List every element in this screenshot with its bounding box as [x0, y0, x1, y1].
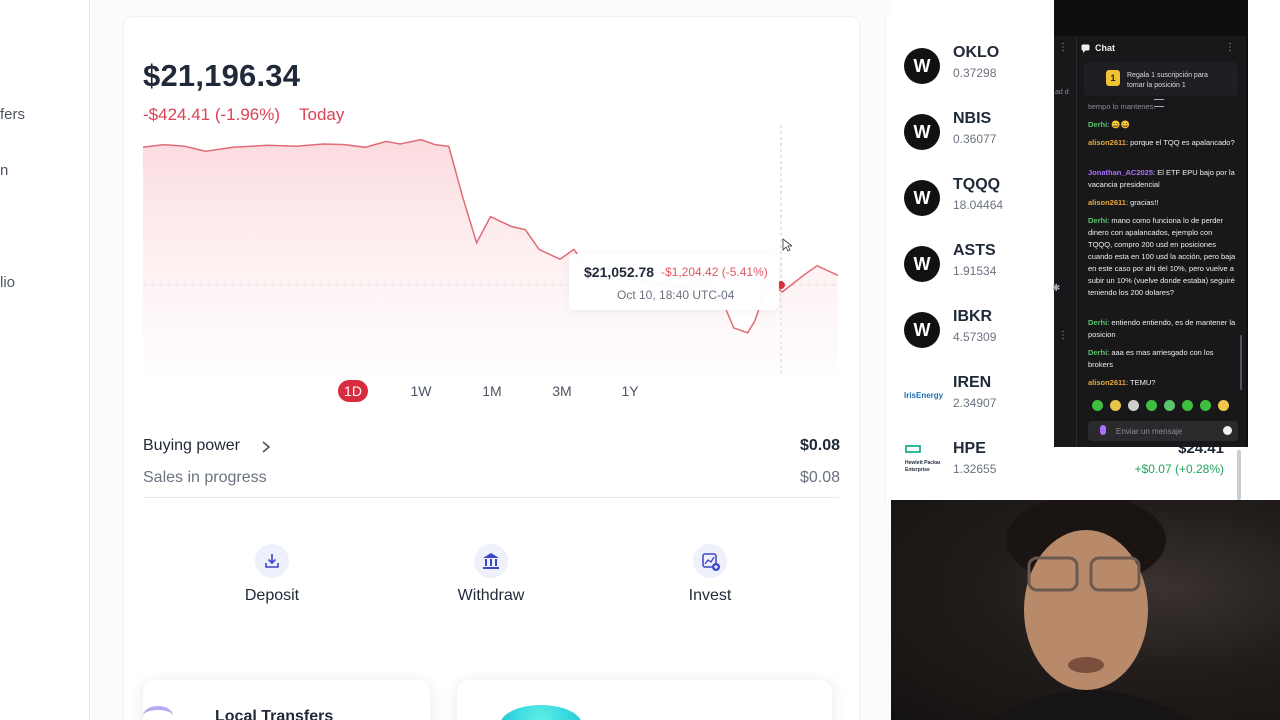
chat-message: Derhi: entiendo entiendo, es de mantener…: [1088, 318, 1236, 339]
range-1d[interactable]: 1D: [338, 380, 368, 402]
invest-label: Invest: [688, 587, 732, 604]
svg-text:Hewlett Packard: Hewlett Packard: [905, 460, 940, 466]
emote-bar: [1088, 400, 1236, 414]
watchlist-symbol: TQQQ: [953, 176, 1001, 193]
local-transfers-icon: [143, 706, 173, 720]
emote-icon[interactable]: [1218, 400, 1229, 411]
chat-menu-icon[interactable]: ⋮: [1225, 42, 1235, 53]
emote-icon[interactable]: [1128, 400, 1139, 411]
watchlist-change: +$0.07 (+0.28%): [1134, 462, 1224, 476]
mouse-cursor-icon: [782, 238, 792, 252]
emote-icon[interactable]: [1164, 400, 1175, 411]
emote-icon[interactable]: [1092, 400, 1103, 411]
watchlist-symbol: ASTS: [953, 242, 996, 259]
chat-scrollbar[interactable]: [1240, 335, 1242, 390]
svg-text:Enterprise: Enterprise: [905, 467, 930, 473]
webcam-video: [891, 500, 1280, 720]
watchlist-item[interactable]: Hewlett Packard Enterprise HPE 1.32655 $2…: [904, 440, 1234, 490]
portfolio-period: Today: [299, 105, 345, 124]
sidebar-item-portfolio[interactable]: lio: [0, 274, 15, 291]
chat-message: alison2611: TEMU?: [1088, 378, 1156, 387]
sidebar: fers n lio: [0, 0, 90, 720]
emote-icon[interactable]: [1110, 400, 1121, 411]
sidebar-item-transfers[interactable]: fers: [0, 106, 25, 123]
withdraw-label: Withdraw: [457, 587, 525, 604]
bank-icon: [474, 544, 508, 578]
local-transfers-title: Local Transfers: [215, 708, 334, 720]
side-panel-text: ad d: [1055, 89, 1069, 96]
portfolio-change: -$424.41 (-1.96%): [143, 105, 281, 124]
divider: [143, 497, 839, 498]
chevron-right-icon[interactable]: [260, 440, 272, 454]
deposit-label: Deposit: [244, 587, 300, 604]
emote-icon[interactable]: [1200, 400, 1211, 411]
watchlist-shares: 2.34907: [953, 396, 997, 410]
chat-message: alison2611: porque el TQQ es apalancado?: [1088, 138, 1235, 147]
sales-in-progress-label: Sales in progress: [143, 469, 267, 486]
watchlist-shares: 0.36077: [953, 132, 997, 146]
side-menu-icon[interactable]: ⋮: [1058, 330, 1068, 341]
watchlist-symbol: IREN: [953, 374, 992, 391]
sidebar-item-2[interactable]: n: [0, 162, 8, 179]
invest-icon: [693, 544, 727, 578]
wealthsimple-logo-icon: W: [904, 48, 940, 84]
portfolio-chart[interactable]: [143, 125, 838, 380]
sub-banner-text: Regala 1 suscripción para tomar la posic…: [1127, 72, 1208, 89]
watchlist-symbol: OKLO: [953, 44, 1000, 61]
chart-tooltip: $21,052.78 -$1,204.42 (-5.41%) Oct 10, 1…: [569, 254, 779, 310]
settings-gear-icon[interactable]: ✱: [1052, 283, 1060, 294]
range-3m[interactable]: 3M: [547, 380, 577, 402]
page-gap: [1248, 0, 1280, 30]
chat-message: Derhi: mano como funciona lo de perder d…: [1088, 216, 1236, 297]
chat-title: Chat: [1095, 43, 1115, 53]
buying-power-value: $0.08: [799, 437, 840, 454]
portfolio-balance: $21,196.34: [143, 58, 301, 93]
chat-message: alison2611: gracias!!: [1088, 198, 1159, 207]
watchlist-shares: 0.37298: [953, 66, 997, 80]
emoji-icon[interactable]: [1223, 426, 1232, 435]
watchlist-shares: 18.04464: [953, 198, 1004, 212]
range-1y[interactable]: 1Y: [615, 380, 645, 402]
wealthsimple-logo-icon: W: [904, 246, 940, 282]
tooltip-change: -$1,204.42 (-5.41%): [661, 265, 768, 279]
chat-message: Derhi: aaa es mas arriesgado con los bro…: [1088, 348, 1214, 369]
emote-icon[interactable]: [1146, 400, 1157, 411]
deposit-icon: [255, 544, 289, 578]
wealthsimple-logo-icon: W: [904, 114, 940, 150]
watchlist-shares: 1.91534: [953, 264, 997, 278]
chat-input-box: [1088, 421, 1238, 441]
range-1w[interactable]: 1W: [406, 380, 436, 402]
watchlist-scrollbar[interactable]: [1237, 450, 1241, 500]
mic-icon[interactable]: [1100, 425, 1106, 435]
wealthsimple-logo-icon: W: [904, 312, 940, 348]
iris-energy-logo-icon: IrisEnergy: [904, 378, 943, 414]
watchlist-shares: 4.57309: [953, 330, 997, 344]
chat-message-input[interactable]: [1116, 424, 1216, 438]
watchlist-shares: 1.32655: [953, 462, 997, 476]
range-1m[interactable]: 1M: [477, 380, 507, 402]
stream-side-panel: [1054, 36, 1076, 447]
chat-message: Jonathan_AC2025: El ETF EPU bajo por la …: [1088, 168, 1235, 189]
buying-power-label[interactable]: Buying power: [143, 437, 240, 455]
chat-bubble-icon: [1081, 44, 1090, 53]
tooltip-date: Oct 10, 18:40 UTC-04: [617, 288, 735, 302]
streamer-figure: [991, 500, 1191, 720]
watchlist-symbol: IBKR: [953, 308, 993, 325]
tooltip-value: $21,052.78: [584, 264, 655, 280]
sales-in-progress-value: $0.08: [799, 469, 840, 486]
withdraw-button[interactable]: Withdraw: [436, 544, 546, 614]
sub-badge: 1: [1106, 70, 1120, 86]
chat-message: Derhi: 😀😀: [1088, 120, 1131, 129]
invest-button[interactable]: Invest: [655, 544, 765, 614]
deposit-button[interactable]: Deposit: [217, 544, 327, 614]
hpe-logo-icon: Hewlett Packard Enterprise: [904, 444, 944, 480]
chat-message: tiempo lo mantenes.: [1088, 102, 1156, 111]
emote-icon[interactable]: [1182, 400, 1193, 411]
side-menu-icon[interactable]: ⋮: [1058, 42, 1068, 53]
wealthsimple-logo-icon: W: [904, 180, 940, 216]
watchlist-symbol: HPE: [953, 440, 986, 457]
watchlist-symbol: NBIS: [953, 110, 992, 127]
